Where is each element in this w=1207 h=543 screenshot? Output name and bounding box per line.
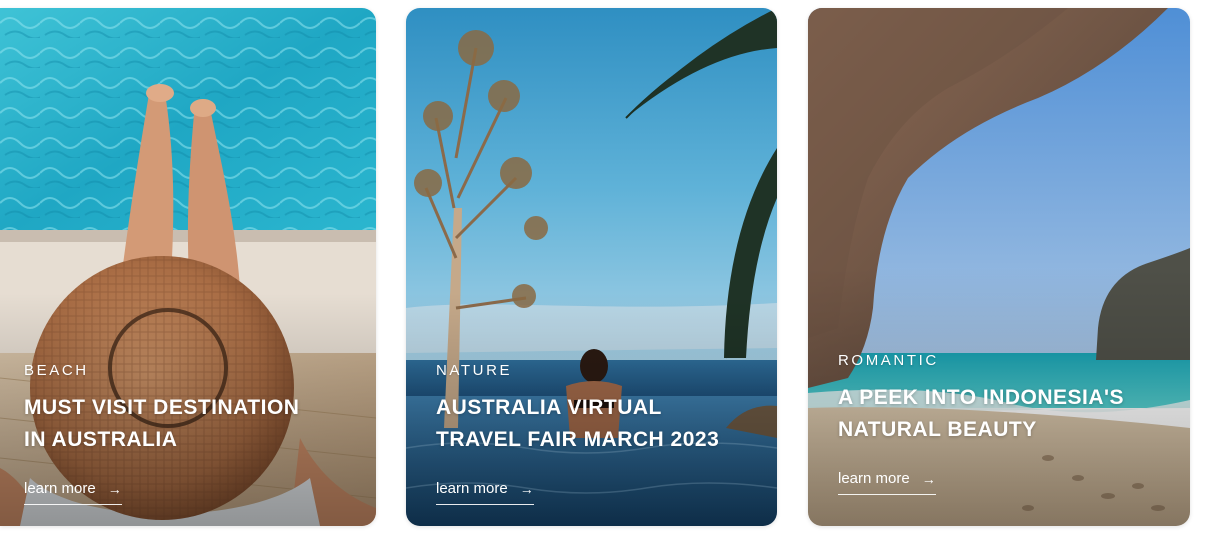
card-content: BEACH MUST VISIT DESTINATION IN AUSTRALI… — [24, 362, 360, 505]
card-title-line: IN AUSTRALIA — [24, 428, 178, 451]
arrow-right-icon: → — [107, 480, 122, 497]
card-title: AUSTRALIA VIRTUAL TRAVEL FAIR MARCH 2023 — [436, 392, 761, 456]
card-category: NATURE — [436, 362, 513, 379]
learn-more-link[interactable]: learn more → — [838, 470, 936, 495]
learn-more-label: learn more — [838, 470, 910, 487]
card-content: NATURE AUSTRALIA VIRTUAL TRAVEL FAIR MAR… — [436, 362, 761, 505]
card-nature[interactable]: NATURE AUSTRALIA VIRTUAL TRAVEL FAIR MAR… — [406, 8, 777, 526]
card-title: A PEEK INTO INDONESIA'S NATURAL BEAUTY — [838, 382, 1174, 446]
learn-more-label: learn more — [24, 480, 96, 497]
card-title-line: A PEEK INTO INDONESIA'S — [838, 386, 1125, 409]
arrow-right-icon: → — [921, 470, 936, 487]
card-romantic[interactable]: ROMANTIC A PEEK INTO INDONESIA'S NATURAL… — [808, 8, 1190, 526]
learn-more-link[interactable]: learn more → — [24, 480, 122, 505]
card-beach[interactable]: BEACH MUST VISIT DESTINATION IN AUSTRALI… — [0, 8, 376, 526]
card-category: ROMANTIC — [838, 352, 939, 369]
card-title-line: NATURAL BEAUTY — [838, 418, 1037, 441]
arrow-right-icon: → — [519, 480, 534, 497]
card-title-line: TRAVEL FAIR MARCH 2023 — [436, 428, 720, 451]
card-title-line: AUSTRALIA VIRTUAL — [436, 396, 662, 419]
card-title: MUST VISIT DESTINATION IN AUSTRALIA — [24, 392, 360, 456]
card-content: ROMANTIC A PEEK INTO INDONESIA'S NATURAL… — [838, 352, 1174, 495]
learn-more-link[interactable]: learn more → — [436, 480, 534, 505]
learn-more-label: learn more — [436, 480, 508, 497]
card-title-line: MUST VISIT DESTINATION — [24, 396, 300, 419]
card-category: BEACH — [24, 362, 89, 379]
